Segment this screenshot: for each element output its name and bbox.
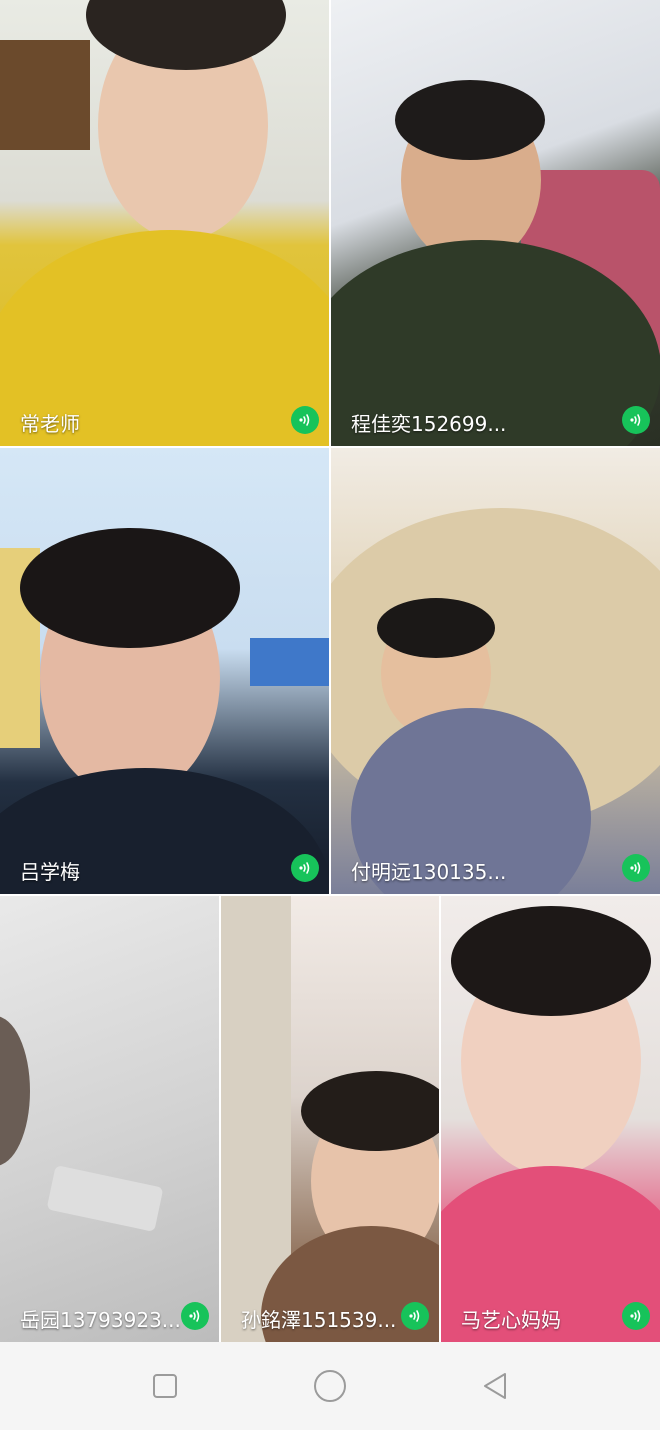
speaker-active-icon (622, 1302, 650, 1330)
hair-shape (451, 906, 651, 1016)
participant-name: 马艺心妈妈 (461, 1308, 561, 1332)
video-tile[interactable]: 付明远130135... (331, 448, 660, 894)
speaker-active-icon (291, 854, 319, 882)
video-tile[interactable]: 孙銘澤151539... (221, 896, 439, 1342)
recent-apps-button[interactable] (147, 1368, 183, 1404)
back-button[interactable] (477, 1368, 513, 1404)
participant-name: 岳园13793923... (20, 1308, 181, 1332)
hair-shape (20, 528, 240, 648)
speaker-active-icon (622, 406, 650, 434)
speaker-active-icon (622, 854, 650, 882)
air-conditioner-shape (46, 1165, 164, 1232)
circle-icon (314, 1370, 346, 1402)
video-tile[interactable]: 常老师 (0, 0, 329, 446)
head-edge-shape (0, 1016, 30, 1166)
video-grid: 常老师 程佳奕152699... 吕学梅 付明远130135... 岳园1379… (0, 0, 660, 1342)
triangle-back-icon (484, 1373, 506, 1399)
hair-shape (377, 598, 495, 658)
participant-name: 付明远130135... (351, 860, 507, 884)
hair-shape (395, 80, 545, 160)
shelf-shape (250, 638, 329, 686)
participant-name: 程佳奕152699... (351, 412, 507, 436)
participant-name: 常老师 (20, 412, 80, 436)
video-tile[interactable]: 马艺心妈妈 (441, 896, 660, 1342)
video-tile[interactable]: 程佳奕152699... (331, 0, 660, 446)
speaker-active-icon (291, 406, 319, 434)
square-icon (153, 1374, 177, 1398)
speaker-active-icon (181, 1302, 209, 1330)
hair-shape (301, 1071, 439, 1151)
wall-picture (0, 40, 90, 150)
navigation-bar (0, 1342, 660, 1430)
video-tile[interactable]: 岳园13793923... (0, 896, 219, 1342)
participant-name: 吕学梅 (20, 860, 80, 884)
video-tile[interactable]: 吕学梅 (0, 448, 329, 894)
speaker-active-icon (401, 1302, 429, 1330)
participant-name: 孙銘澤151539... (241, 1308, 397, 1332)
home-button[interactable] (312, 1368, 348, 1404)
